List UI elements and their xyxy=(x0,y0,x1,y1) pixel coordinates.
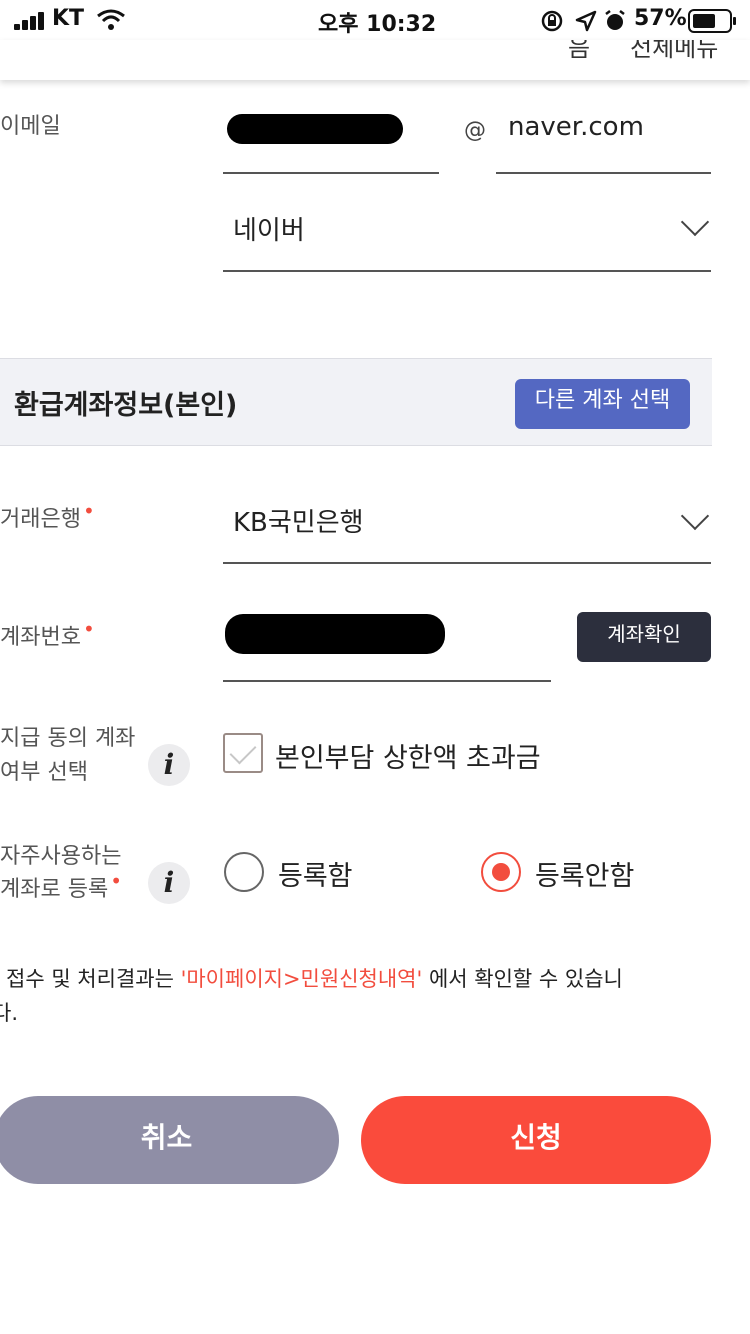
section-title: 환급계좌정보(본인) xyxy=(14,390,238,421)
carrier-name: KT xyxy=(52,6,85,31)
frequent-label-line2: 계좌로 등록 • xyxy=(0,869,122,907)
radio-register[interactable] xyxy=(224,852,264,892)
alarm-clock-icon xyxy=(605,10,625,30)
bank-select[interactable]: KB국민은행 xyxy=(223,492,711,564)
info-icon[interactable]: i xyxy=(148,744,190,786)
notice-text: 접수 및 처리결과는 '마이페이지>민원신청내역' 에서 확인할 수 있습니 다… xyxy=(0,962,726,1030)
chevron-down-icon xyxy=(680,207,710,237)
status-bar: KT 오후 10:32 57% xyxy=(0,0,750,40)
location-arrow-icon xyxy=(575,10,597,32)
account-number-input[interactable] xyxy=(223,600,551,682)
required-mark: • xyxy=(110,869,122,893)
refund-account-section-header: 환급계좌정보(본인) 다른 계좌 선택 xyxy=(0,358,712,446)
frequent-label-line2-text: 계좌로 등록 xyxy=(0,877,109,902)
wifi-icon xyxy=(97,9,125,30)
cellular-signal-icon xyxy=(14,12,48,30)
redacted-text xyxy=(227,114,403,144)
notice-line1: 접수 및 처리결과는 '마이페이지>민원신청내역' 에서 확인할 수 있습니 xyxy=(6,962,726,996)
email-domain-select-value: 네이버 xyxy=(233,216,305,246)
radio-register-label[interactable]: 등록함 xyxy=(278,854,353,893)
radio-not-register[interactable] xyxy=(481,852,521,892)
battery-icon xyxy=(688,9,736,33)
consent-checkbox[interactable] xyxy=(223,733,263,773)
account-number-label-text: 계좌번호 xyxy=(0,625,81,650)
notice-suffix: 에서 확인할 수 있습니 xyxy=(422,967,623,991)
bank-label: 거래은행 • xyxy=(0,499,95,537)
email-domain-input[interactable]: naver.com xyxy=(496,104,711,174)
battery-percent: 57% xyxy=(634,6,687,31)
radio-selected-dot xyxy=(492,863,510,881)
required-mark: • xyxy=(82,499,95,523)
checkmark-icon xyxy=(229,737,257,765)
bank-select-value: KB국민은행 xyxy=(233,508,364,538)
email-label: 이메일 xyxy=(0,114,61,139)
redacted-text xyxy=(225,614,445,654)
consent-checkbox-label: 본인부담 상한액 초과금 xyxy=(275,743,541,774)
email-domain-value: naver.com xyxy=(508,112,644,142)
notice-line2: 다. xyxy=(0,1001,18,1025)
account-verify-button[interactable]: 계좌확인 xyxy=(577,612,711,662)
clock: 오후 10:32 xyxy=(318,12,437,37)
radio-not-register-label[interactable]: 등록안함 xyxy=(535,854,634,893)
cancel-button[interactable]: 취소 xyxy=(0,1096,339,1184)
consent-label-line2: 여부 선택 xyxy=(0,760,88,785)
rotation-lock-icon xyxy=(541,10,563,32)
consent-label-line1: 지급 동의 계좌 xyxy=(0,726,136,751)
bank-label-text: 거래은행 xyxy=(0,507,81,532)
email-domain-select[interactable]: 네이버 xyxy=(223,198,711,272)
notice-prefix: 접수 및 처리결과는 xyxy=(6,967,181,991)
chevron-down-icon xyxy=(680,501,710,531)
page-header: 음 전체메뉴 xyxy=(0,40,750,80)
info-icon[interactable]: i xyxy=(148,862,190,904)
required-mark: • xyxy=(82,617,95,641)
email-local-input[interactable] xyxy=(223,104,439,174)
frequent-label-line1: 자주사용하는 xyxy=(0,844,122,869)
apply-button[interactable]: 신청 xyxy=(361,1096,711,1184)
header-fragment-left: 음 xyxy=(568,40,591,62)
account-number-label: 계좌번호 • xyxy=(0,617,95,655)
at-sign: @ xyxy=(464,118,486,143)
other-account-button[interactable]: 다른 계좌 선택 xyxy=(515,379,690,429)
mypage-link[interactable]: '마이페이지>민원신청내역' xyxy=(181,967,423,991)
all-menu-link[interactable]: 전체메뉴 xyxy=(630,40,718,63)
